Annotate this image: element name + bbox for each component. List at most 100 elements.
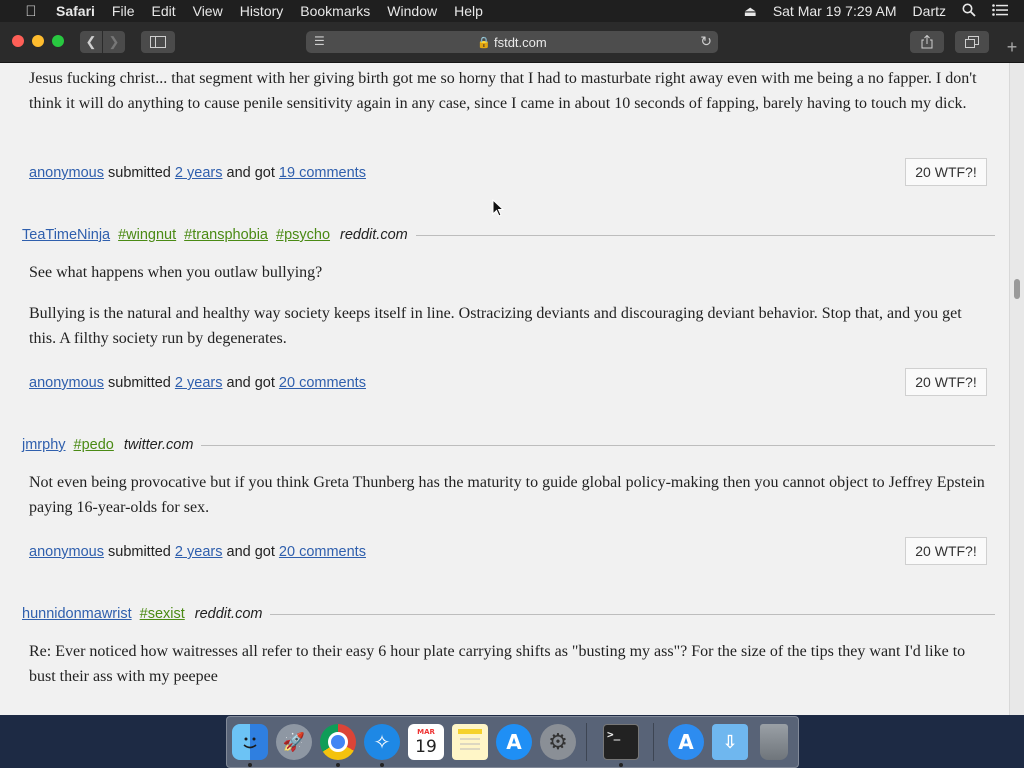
dock-separator: [586, 723, 587, 761]
chevron-right-icon: ❯: [108, 34, 120, 49]
dock: 🚀 ✧ MAR 19 A ⚙ >_ A ⇩: [226, 716, 799, 768]
url-text: fstdt.com: [493, 34, 547, 50]
post-body: Re: Ever noticed how waitresses all refe…: [29, 643, 966, 685]
menu-bookmarks[interactable]: Bookmarks: [300, 3, 370, 19]
sidebar-button[interactable]: [141, 31, 175, 53]
author-link[interactable]: jmrphy: [22, 437, 66, 453]
chrome-icon[interactable]: [320, 724, 356, 760]
post-header: hunnidonmawrist #sexist reddit.com: [22, 603, 995, 625]
notes-icon[interactable]: [452, 724, 488, 760]
comments-link[interactable]: 19 comments: [279, 165, 366, 181]
source-label: reddit.com: [194, 606, 263, 622]
forward-button[interactable]: ❯: [103, 31, 125, 53]
apple-icon[interactable]: : [22, 3, 40, 20]
system-preferences-icon[interactable]: ⚙: [540, 724, 576, 760]
minimize-window-button[interactable]: [32, 35, 44, 47]
close-window-button[interactable]: [12, 35, 24, 47]
post-body: Not even being provocative but if you th…: [29, 474, 985, 516]
meta-text: and got: [226, 165, 275, 181]
back-button[interactable]: ❮: [80, 31, 102, 53]
running-indicator: [336, 763, 340, 767]
clock[interactable]: Sat Mar 19 7:29 AM: [773, 3, 897, 19]
divider: [270, 613, 995, 615]
user-name[interactable]: Dartz: [913, 3, 946, 19]
tag-link[interactable]: #transphobia: [184, 227, 268, 243]
wtf-button[interactable]: 20 WTF?!: [905, 537, 987, 565]
share-icon: [921, 35, 933, 49]
running-indicator: [619, 763, 623, 767]
comments-link[interactable]: 20 comments: [279, 375, 366, 391]
source-label: twitter.com: [123, 437, 194, 453]
submitter-link[interactable]: anonymous: [29, 165, 104, 181]
submitter-link[interactable]: anonymous: [29, 544, 104, 560]
menu-view[interactable]: View: [193, 3, 223, 19]
post-body: Bullying is the natural and healthy way …: [29, 305, 962, 347]
menu-history[interactable]: History: [240, 3, 284, 19]
post-body: Jesus fucking christ... that segment wit…: [29, 70, 977, 112]
menu-edit[interactable]: Edit: [151, 3, 175, 19]
menu-window[interactable]: Window: [387, 3, 437, 19]
finder-icon[interactable]: [232, 724, 268, 760]
app-store-icon[interactable]: A: [496, 724, 532, 760]
time-link[interactable]: 2 years: [175, 544, 223, 560]
wtf-button[interactable]: 20 WTF?!: [905, 368, 987, 396]
post-body: See what happens when you outlaw bullyin…: [29, 264, 323, 281]
notification-center-icon[interactable]: [992, 3, 1008, 19]
lock-icon: 🔒: [477, 36, 491, 49]
reload-icon[interactable]: ↻: [700, 33, 712, 50]
mouse-cursor-icon: [492, 199, 504, 217]
post-meta: anonymous submitted 2 years and got 20 c…: [29, 544, 366, 560]
calendar-month: MAR: [417, 727, 435, 736]
tag-link[interactable]: #pedo: [74, 437, 114, 453]
author-link[interactable]: TeaTimeNinja: [22, 227, 110, 243]
terminal-icon[interactable]: >_: [603, 724, 639, 760]
new-tab-button[interactable]: +: [1000, 32, 1024, 62]
scrollbar-thumb[interactable]: [1014, 279, 1020, 299]
applications-folder-icon[interactable]: A: [668, 724, 704, 760]
trash-icon[interactable]: [760, 724, 788, 760]
tabs-icon: [965, 36, 979, 48]
safari-icon[interactable]: ✧: [364, 724, 400, 760]
sidebar-icon: [150, 36, 166, 48]
tag-link[interactable]: #sexist: [140, 606, 185, 622]
tag-link[interactable]: #wingnut: [118, 227, 176, 243]
submitter-link[interactable]: anonymous: [29, 375, 104, 391]
meta-text: and got: [226, 544, 275, 560]
downloads-folder-icon[interactable]: ⇩: [712, 724, 748, 760]
tab-overview-button[interactable]: [955, 31, 989, 53]
calendar-icon[interactable]: MAR 19: [408, 724, 444, 760]
running-indicator: [248, 763, 252, 767]
eject-icon[interactable]: ⏏: [744, 3, 757, 20]
reader-view-icon[interactable]: ☰: [314, 34, 325, 48]
meta-text: and got: [226, 375, 275, 391]
menu-file[interactable]: File: [112, 3, 135, 19]
wtf-button[interactable]: 20 WTF?!: [905, 158, 987, 186]
post-header: jmrphy #pedo twitter.com: [22, 434, 995, 456]
tag-link[interactable]: #psycho: [276, 227, 330, 243]
page-scrollbar[interactable]: [1009, 63, 1024, 715]
chevron-left-icon: ❮: [85, 34, 97, 49]
time-link[interactable]: 2 years: [175, 165, 223, 181]
divider: [415, 234, 995, 236]
author-link[interactable]: hunnidonmawrist: [22, 606, 132, 622]
zoom-window-button[interactable]: [52, 35, 64, 47]
meta-text: submitted: [108, 165, 171, 181]
comments-link[interactable]: 20 comments: [279, 544, 366, 560]
menu-bar:  Safari File Edit View History Bookmark…: [0, 0, 1024, 22]
plus-icon: +: [1006, 37, 1018, 57]
calendar-day: 19: [415, 736, 437, 757]
launchpad-icon[interactable]: 🚀: [276, 724, 312, 760]
web-page: Jesus fucking christ... that segment wit…: [0, 63, 1009, 715]
post-header: TeaTimeNinja #wingnut #transphobia #psyc…: [22, 224, 995, 246]
meta-text: submitted: [108, 375, 171, 391]
running-indicator: [380, 763, 384, 767]
time-link[interactable]: 2 years: [175, 375, 223, 391]
address-bar[interactable]: ☰ 🔒 fstdt.com ↻: [306, 31, 718, 53]
meta-text: submitted: [108, 544, 171, 560]
share-button[interactable]: [910, 31, 944, 53]
dock-separator: [653, 723, 654, 761]
post-meta: anonymous submitted 2 years and got 20 c…: [29, 375, 366, 391]
menu-safari[interactable]: Safari: [56, 3, 95, 19]
menu-help[interactable]: Help: [454, 3, 483, 19]
spotlight-search-icon[interactable]: [962, 3, 976, 20]
